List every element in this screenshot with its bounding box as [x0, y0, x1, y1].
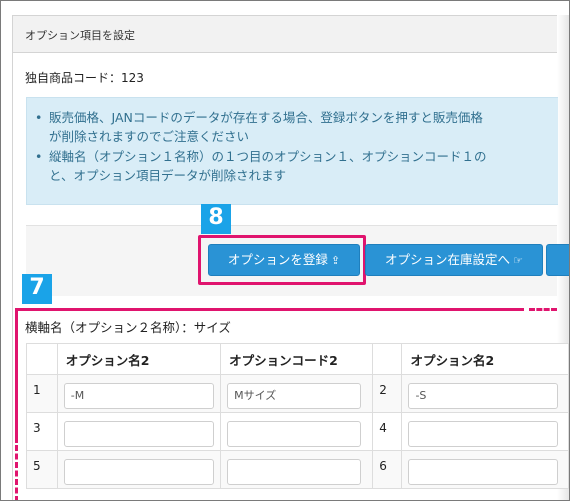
code-cell [220, 374, 374, 413]
highlight-line-left-dashed [15, 445, 18, 500]
name-cell [56, 450, 222, 489]
info-text: と、オプション項目データが削除されます [49, 168, 287, 183]
bullet-icon: • [35, 110, 43, 125]
product-code: 独自商品コード：123 [25, 71, 144, 85]
option-table: オプション名2 オプションコード2 オプション名2 1 2 3 4 5 6 [26, 343, 569, 489]
table-header-row: オプション名2 オプションコード2 オプション名2 [26, 343, 569, 375]
step-badge-7: 7 [22, 274, 52, 304]
option-name-input[interactable] [63, 458, 214, 485]
name-cell [56, 374, 222, 413]
info-item: • 縦軸名（オプション１名称）の１つ目のオプション１、オプションコード１の [35, 147, 487, 166]
horizontal-axis-label: 横軸名（オプション２名称）：サイズ [25, 320, 231, 335]
name-cell [401, 412, 569, 451]
option-name-input[interactable] [408, 420, 559, 447]
panel-title: オプション項目を設定 [25, 29, 135, 42]
extra-button[interactable] [546, 244, 569, 276]
option-name-input[interactable] [408, 382, 559, 409]
row-number: 1 [26, 374, 58, 413]
row-number: 6 [372, 450, 403, 489]
code-cell [220, 412, 374, 451]
info-item-cont: と、オプション項目データが削除されます [49, 166, 286, 185]
step-badge-8: 8 [201, 204, 231, 234]
info-item-cont: が削除されますのでご注意ください [49, 127, 249, 146]
option-name-input[interactable] [408, 458, 559, 485]
table-header-name: オプション名2 [56, 343, 222, 375]
option-stock-label: オプション在庫設定へ [385, 252, 511, 267]
code-cell [220, 450, 374, 489]
panel-header: オプション項目を設定 [12, 15, 558, 53]
name-cell [401, 450, 569, 489]
register-option-button[interactable]: オプションを登録 ⇪ [208, 244, 360, 276]
highlight-line-left [15, 308, 18, 443]
table-row: 1 2 [26, 374, 569, 413]
info-text: 縦軸名（オプション１名称）の１つ目のオプション１、オプションコード１の [49, 149, 487, 164]
table-header-num [372, 343, 403, 375]
table-header-name: オプション名2 [401, 343, 569, 375]
option-name-input[interactable] [63, 420, 214, 447]
screenshot-frame: オプション項目を設定 独自商品コード：123 • 販売価格、JANコードのデータが… [0, 0, 570, 501]
row-number: 2 [372, 374, 403, 413]
row-number: 5 [26, 450, 58, 489]
info-alert: • 販売価格、JANコードのデータが存在する場合、登録ボタンを押すと販売価格 が削… [26, 97, 558, 205]
table-row: 3 4 [26, 412, 569, 451]
name-cell [56, 412, 222, 451]
row-number: 4 [372, 412, 403, 451]
info-text: が削除されますのでご注意ください [49, 129, 250, 144]
table-header-code: オプションコード2 [220, 343, 374, 375]
upload-icon: ⇪ [330, 254, 341, 267]
option-name-input[interactable] [63, 382, 214, 409]
pointer-hand-icon: ☞ [513, 254, 523, 267]
panel-border [12, 51, 13, 500]
table-header-num [26, 343, 58, 375]
row-number: 3 [26, 412, 58, 451]
bullet-icon: • [35, 149, 43, 164]
name-cell [401, 374, 569, 413]
table-row: 5 6 [26, 450, 569, 489]
option-stock-button[interactable]: オプション在庫設定へ ☞ [365, 244, 543, 276]
option-code-input[interactable] [227, 420, 362, 447]
info-item: • 販売価格、JANコードのデータが存在する場合、登録ボタンを押すと販売価格 [35, 108, 483, 127]
option-code-input[interactable] [227, 382, 362, 409]
register-option-label: オプションを登録 [227, 252, 328, 267]
option-code-input[interactable] [227, 458, 362, 485]
info-text: 販売価格、JANコードのデータが存在する場合、登録ボタンを押すと販売価格 [49, 110, 483, 125]
highlight-line-top-dashed [529, 308, 557, 311]
highlight-line-top [15, 308, 524, 311]
